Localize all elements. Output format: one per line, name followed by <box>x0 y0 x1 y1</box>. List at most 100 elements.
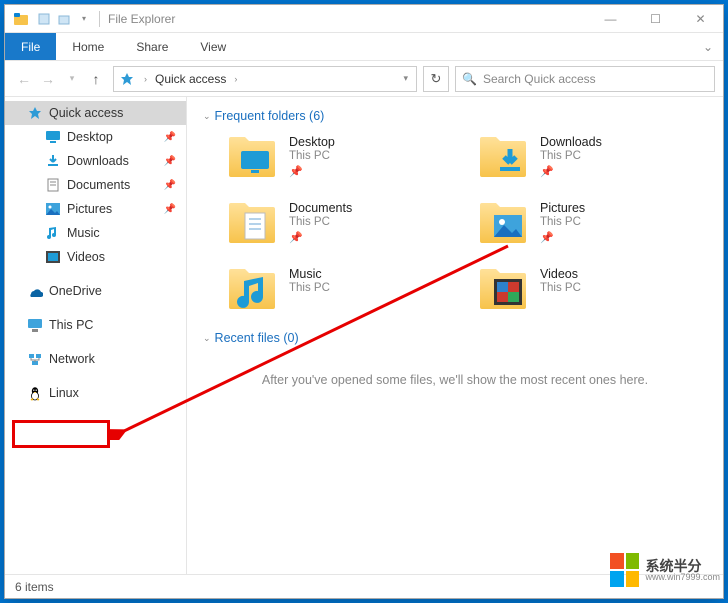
desktop-folder-icon <box>227 133 277 181</box>
folder-item-downloads[interactable]: DownloadsThis PC📌 <box>478 133 709 181</box>
recent-files-header[interactable]: ⌄ Recent files (0) <box>203 331 709 345</box>
nav-back-button[interactable]: ← <box>13 68 35 90</box>
breadcrumb[interactable]: Quick access <box>155 72 226 86</box>
maximize-button[interactable]: ☐ <box>633 5 678 33</box>
collapse-chevron-icon[interactable]: ⌄ <box>203 111 211 122</box>
documents-folder-icon <box>227 199 277 247</box>
sidebar-item-label: This PC <box>49 318 93 332</box>
pin-icon: 📌 <box>164 180 176 191</box>
pin-icon: 📌 <box>540 231 554 244</box>
breadcrumb-chevron-icon[interactable]: › <box>144 74 147 84</box>
folder-item-pictures[interactable]: PicturesThis PC 📌 <box>478 199 709 247</box>
nav-forward-button[interactable]: → <box>37 68 59 90</box>
pictures-folder-icon <box>478 199 528 247</box>
folder-location: This PC <box>540 282 581 294</box>
onedrive-icon <box>27 283 43 299</box>
sidebar-item-label: Music <box>67 226 100 240</box>
sidebar-item-documents[interactable]: Documents 📌 <box>5 173 186 197</box>
sidebar-item-quick-access[interactable]: Quick access <box>5 101 186 125</box>
ribbon-collapse-icon[interactable]: ⌄ <box>693 33 723 60</box>
folder-name: Downloads <box>540 135 602 149</box>
downloads-icon <box>45 153 61 169</box>
folder-name: Documents <box>289 201 352 215</box>
pin-icon: 📌 <box>289 165 303 178</box>
sidebar-item-onedrive[interactable]: OneDrive <box>5 279 186 303</box>
sidebar-item-pictures[interactable]: Pictures 📌 <box>5 197 186 221</box>
folder-name: Desktop <box>289 135 335 149</box>
quick-access-toolbar: ▾ <box>35 10 93 28</box>
sidebar-item-network[interactable]: Network <box>5 347 186 371</box>
file-explorer-icon <box>13 11 29 27</box>
navigation-pane[interactable]: Quick access Desktop 📌 Downloads 📌 Docum… <box>5 97 187 574</box>
file-tab[interactable]: File <box>5 33 56 60</box>
tab-share[interactable]: Share <box>120 33 184 60</box>
folder-location: This PC <box>289 150 335 162</box>
sidebar-item-desktop[interactable]: Desktop 📌 <box>5 125 186 149</box>
folder-name: Music <box>289 267 330 281</box>
refresh-button[interactable]: ↻ <box>423 66 449 92</box>
content-pane[interactable]: ⌄ Frequent folders (6) DesktopThis PC📌Do… <box>187 97 723 574</box>
address-dropdown-icon[interactable]: ▾ <box>403 73 412 84</box>
close-button[interactable]: ✕ <box>678 5 723 33</box>
sidebar-item-label: Desktop <box>67 130 113 144</box>
collapse-chevron-icon[interactable]: ⌄ <box>203 333 211 344</box>
qat-dropdown-icon[interactable]: ▾ <box>75 10 93 28</box>
videos-folder-icon <box>478 265 528 313</box>
sidebar-item-label: OneDrive <box>49 284 102 298</box>
nav-recent-dropdown[interactable]: ▾ <box>61 68 83 90</box>
status-bar: 6 items <box>5 574 723 598</box>
sidebar-item-label: Videos <box>67 250 105 264</box>
search-icon: 🔍 <box>462 72 477 86</box>
minimize-button[interactable]: — <box>588 5 633 33</box>
folder-location: This PC <box>289 216 352 228</box>
network-icon <box>27 351 43 367</box>
sidebar-item-label: Linux <box>49 386 79 400</box>
qat-properties-icon[interactable] <box>35 10 53 28</box>
linux-tux-icon <box>27 385 43 401</box>
sidebar-item-videos[interactable]: Videos <box>5 245 186 269</box>
file-explorer-window: ▾ File Explorer — ☐ ✕ File Home Share Vi… <box>4 4 724 599</box>
videos-icon <box>45 249 61 265</box>
sidebar-item-downloads[interactable]: Downloads 📌 <box>5 149 186 173</box>
tab-view[interactable]: View <box>184 33 242 60</box>
titlebar-separator <box>99 11 100 27</box>
sidebar-item-music[interactable]: Music <box>5 221 186 245</box>
window-title: File Explorer <box>108 12 175 26</box>
documents-icon <box>45 177 61 193</box>
pin-icon: 📌 <box>289 231 303 244</box>
pictures-icon <box>45 201 61 217</box>
sidebar-item-linux[interactable]: Linux <box>5 381 186 405</box>
folder-location: This PC <box>540 216 585 228</box>
titlebar[interactable]: ▾ File Explorer — ☐ ✕ <box>5 5 723 33</box>
music-icon <box>45 225 61 241</box>
sidebar-item-label: Pictures <box>67 202 112 216</box>
address-bar[interactable]: › Quick access › ▾ <box>113 66 417 92</box>
qat-new-folder-icon[interactable] <box>55 10 73 28</box>
breadcrumb-chevron-icon[interactable]: › <box>234 74 237 84</box>
pin-icon: 📌 <box>164 156 176 167</box>
ribbon-tabs: File Home Share View ⌄ <box>5 33 723 61</box>
downloads-folder-icon <box>478 133 528 181</box>
search-placeholder: Search Quick access <box>483 72 596 86</box>
folder-item-music[interactable]: MusicThis PC <box>227 265 458 313</box>
tab-home[interactable]: Home <box>56 33 120 60</box>
folder-item-documents[interactable]: DocumentsThis PC 📌 <box>227 199 458 247</box>
address-toolbar: ← → ▾ ↑ › Quick access › ▾ ↻ 🔍 Search Qu… <box>5 61 723 97</box>
folder-item-desktop[interactable]: DesktopThis PC 📌 <box>227 133 458 181</box>
nav-up-button[interactable]: ↑ <box>85 68 107 90</box>
recent-files-empty-message: After you've opened some files, we'll sh… <box>201 373 709 387</box>
folder-name: Videos <box>540 267 581 281</box>
folder-item-videos[interactable]: VideosThis PC <box>478 265 709 313</box>
body: Quick access Desktop 📌 Downloads 📌 Docum… <box>5 97 723 574</box>
music-folder-icon <box>227 265 277 313</box>
folder-name: Pictures <box>540 201 585 215</box>
folder-location: This PC <box>540 150 602 162</box>
sidebar-item-this-pc[interactable]: This PC <box>5 313 186 337</box>
pin-icon: 📌 <box>164 204 176 215</box>
star-icon <box>27 105 43 121</box>
sidebar-item-label: Downloads <box>67 154 129 168</box>
desktop-icon <box>45 129 61 145</box>
pin-icon: 📌 <box>164 132 176 143</box>
search-box[interactable]: 🔍 Search Quick access <box>455 66 715 92</box>
frequent-folders-header[interactable]: ⌄ Frequent folders (6) <box>203 109 709 123</box>
